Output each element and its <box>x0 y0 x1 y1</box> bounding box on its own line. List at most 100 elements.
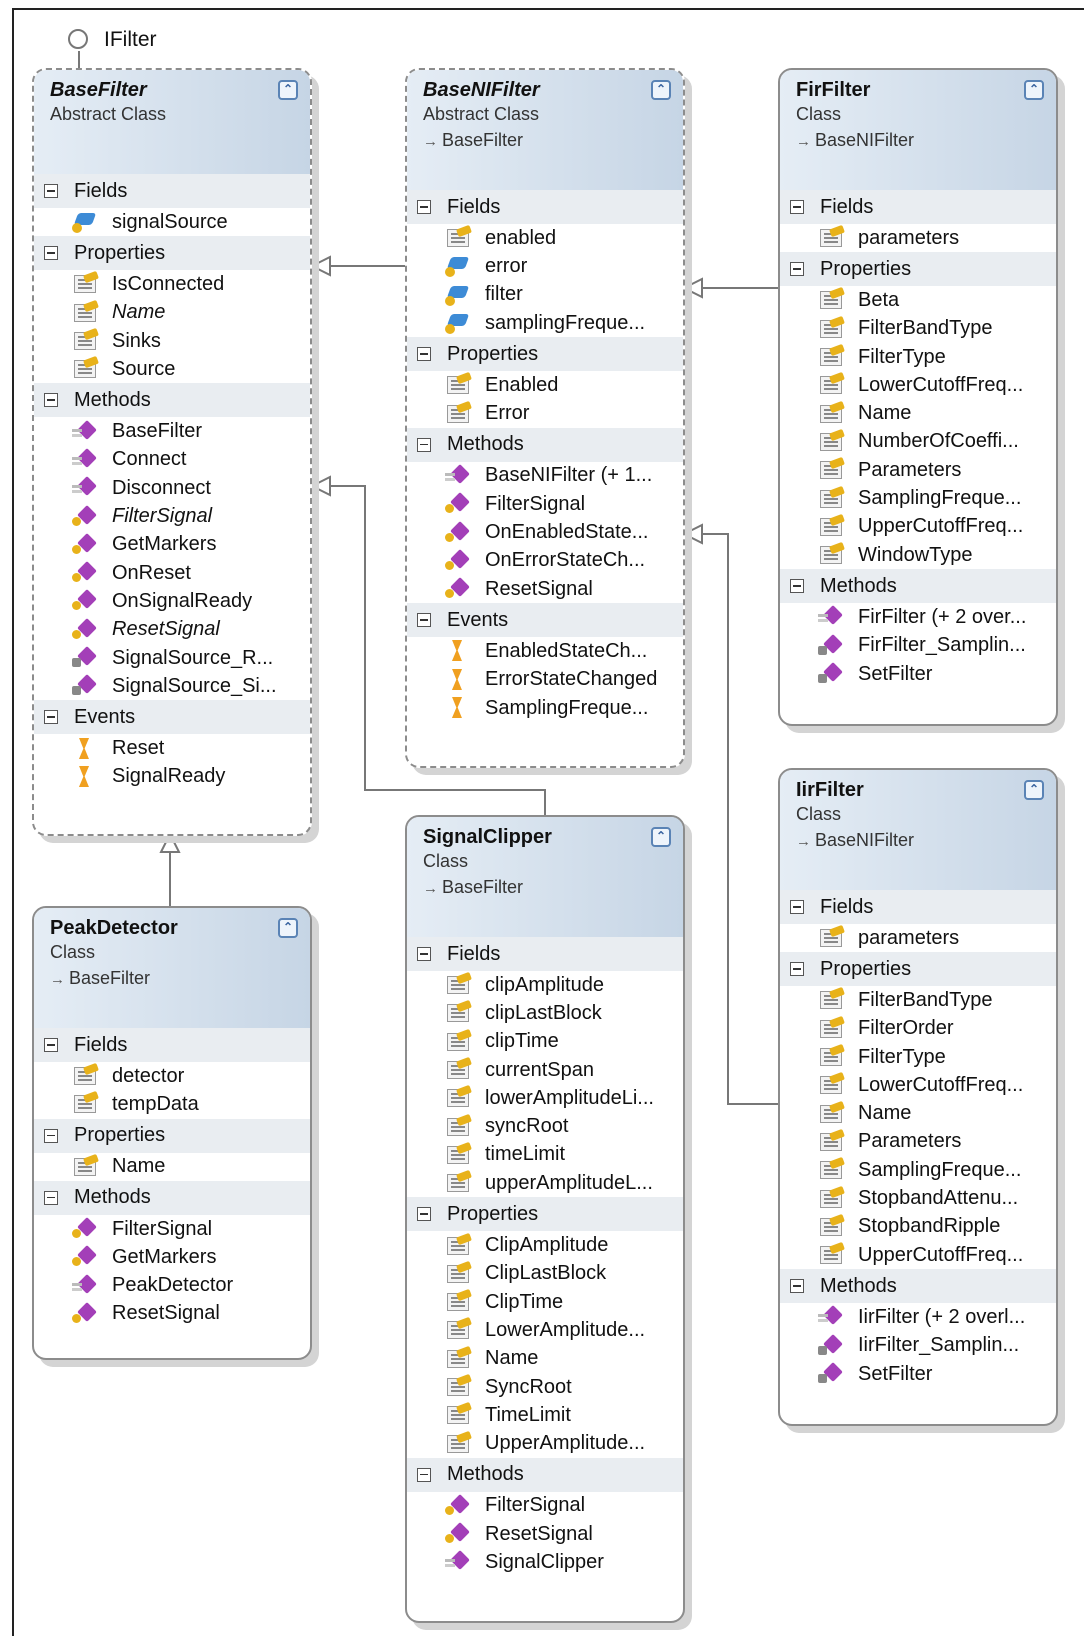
member-row[interactable]: StopbandAttenu... <box>780 1184 1056 1212</box>
collapse-toggle-icon[interactable] <box>44 1190 58 1205</box>
member-row[interactable]: SetFilter <box>780 1360 1056 1388</box>
member-row[interactable]: upperAmplitudeL... <box>407 1169 683 1197</box>
member-row[interactable]: PeakDetector <box>34 1271 310 1299</box>
section-methods[interactable]: Methods <box>34 383 310 418</box>
member-row[interactable]: Parameters <box>780 1128 1056 1156</box>
section-fields[interactable]: Fields <box>780 890 1056 924</box>
member-row[interactable]: ResetSignal <box>407 1520 683 1548</box>
member-row[interactable]: IsConnected <box>34 270 310 298</box>
member-row[interactable]: GetMarkers <box>34 1243 310 1271</box>
section-methods[interactable]: Methods <box>34 1180 310 1215</box>
collapse-toggle-icon[interactable] <box>790 200 804 214</box>
member-row[interactable]: GetMarkers <box>34 531 310 559</box>
member-row[interactable]: SignalSource_Si... <box>34 672 310 700</box>
collapse-toggle-icon[interactable] <box>417 613 431 628</box>
member-row[interactable]: FilterBandType <box>780 986 1056 1014</box>
section-fields[interactable]: Fields <box>34 174 310 208</box>
collapse-toggle-icon[interactable] <box>44 184 58 198</box>
member-row[interactable]: currentSpan <box>407 1056 683 1084</box>
section-properties[interactable]: Properties <box>407 337 683 372</box>
member-row[interactable]: SetFilter <box>780 660 1056 688</box>
collapse-chevron-icon[interactable]: ⌃ <box>278 918 298 938</box>
member-row[interactable]: ClipAmplitude <box>407 1231 683 1259</box>
member-row[interactable]: Enabled <box>407 371 683 399</box>
collapse-toggle-icon[interactable] <box>44 710 58 725</box>
collapse-toggle-icon[interactable] <box>44 1038 58 1052</box>
collapse-toggle-icon[interactable] <box>790 579 804 594</box>
member-row[interactable]: LowerCutoffFreq... <box>780 371 1056 399</box>
collapse-toggle-icon[interactable] <box>417 1467 431 1482</box>
member-row[interactable]: clipLastBlock <box>407 999 683 1027</box>
member-row[interactable]: ClipLastBlock <box>407 1260 683 1288</box>
member-row[interactable]: StopbandRipple <box>780 1213 1056 1241</box>
firfilter-class-box[interactable]: FirFilter Class → BaseNIFilter ⌃ Fields parame… <box>778 68 1058 726</box>
member-row[interactable]: detector <box>34 1062 310 1090</box>
member-row[interactable]: UpperAmplitude... <box>407 1429 683 1457</box>
member-row[interactable]: SamplingFreque... <box>780 1156 1056 1184</box>
member-row[interactable]: ErrorStateChanged <box>407 666 683 694</box>
member-row[interactable]: TimeLimit <box>407 1401 683 1429</box>
member-row[interactable]: FirFilter (+ 2 over... <box>780 603 1056 631</box>
member-row[interactable]: Parameters <box>780 456 1056 484</box>
member-row[interactable]: clipAmplitude <box>407 971 683 999</box>
section-methods[interactable]: Methods <box>780 569 1056 604</box>
member-row[interactable]: timeLimit <box>407 1141 683 1169</box>
section-properties[interactable]: Properties <box>780 952 1056 987</box>
member-row[interactable]: Disconnect <box>34 474 310 502</box>
collapse-toggle-icon[interactable] <box>417 947 431 961</box>
member-row[interactable]: NumberOfCoeffi... <box>780 428 1056 456</box>
member-row[interactable]: filter <box>407 281 683 309</box>
collapse-toggle-icon[interactable] <box>44 393 58 408</box>
member-row[interactable]: LowerCutoffFreq... <box>780 1071 1056 1099</box>
member-row[interactable]: BaseFilter <box>34 417 310 445</box>
member-row[interactable]: FirFilter_Samplin... <box>780 632 1056 660</box>
collapse-chevron-icon[interactable]: ⌃ <box>651 827 671 847</box>
member-row[interactable]: Beta <box>780 286 1056 314</box>
ifilter-interface[interactable]: IFilter <box>68 29 278 59</box>
member-row[interactable]: OnReset <box>34 559 310 587</box>
member-row[interactable]: signalSource <box>34 208 310 236</box>
member-row[interactable]: SamplingFreque... <box>407 694 683 722</box>
member-row[interactable]: Name <box>407 1345 683 1373</box>
section-methods[interactable]: Methods <box>407 1457 683 1492</box>
member-row[interactable]: FilterSignal <box>407 1492 683 1520</box>
section-methods[interactable]: Methods <box>407 427 683 462</box>
section-properties[interactable]: Properties <box>34 1118 310 1153</box>
member-row[interactable]: UpperCutoffFreq... <box>780 513 1056 541</box>
member-row[interactable]: SamplingFreque... <box>780 484 1056 512</box>
collapse-toggle-icon[interactable] <box>790 1279 804 1294</box>
collapse-chevron-icon[interactable]: ⌃ <box>1024 780 1044 800</box>
collapse-toggle-icon[interactable] <box>417 437 431 452</box>
section-events[interactable]: Events <box>34 700 310 735</box>
member-row[interactable]: lowerAmplitudeLi... <box>407 1084 683 1112</box>
member-row[interactable]: BaseNIFilter (+ 1... <box>407 462 683 490</box>
member-row[interactable]: OnSignalReady <box>34 587 310 615</box>
peakdetector-class-box[interactable]: PeakDetector Class → BaseFilter ⌃ Fields detec… <box>32 906 312 1360</box>
member-row[interactable]: IirFilter_Samplin... <box>780 1332 1056 1360</box>
collapse-chevron-icon[interactable]: ⌃ <box>1024 80 1044 100</box>
member-row[interactable]: parameters <box>780 924 1056 952</box>
member-row[interactable]: ResetSignal <box>407 575 683 603</box>
member-row[interactable]: Name <box>780 399 1056 427</box>
member-row[interactable]: ClipTime <box>407 1288 683 1316</box>
basefilter-class-box[interactable]: BaseFilter Abstract Class ⌃ Fields signalSou… <box>32 68 312 836</box>
member-row[interactable]: FilterType <box>780 343 1056 371</box>
member-row[interactable]: Sinks <box>34 327 310 355</box>
collapse-chevron-icon[interactable]: ⌃ <box>278 80 298 100</box>
iirfilter-class-box[interactable]: IirFilter Class → BaseNIFilter ⌃ Fields parame… <box>778 768 1058 1426</box>
signalclipper-class-box[interactable]: SignalClipper Class → BaseFilter ⌃ Fields clip… <box>405 815 685 1623</box>
collapse-toggle-icon[interactable] <box>790 262 804 277</box>
section-fields[interactable]: Fields <box>780 190 1056 224</box>
member-row[interactable]: Reset <box>34 734 310 762</box>
member-row[interactable]: Name <box>780 1099 1056 1127</box>
collapse-toggle-icon[interactable] <box>417 347 431 362</box>
member-row[interactable]: Name <box>34 1153 310 1181</box>
member-row[interactable]: OnErrorStateCh... <box>407 547 683 575</box>
section-properties[interactable]: Properties <box>34 236 310 271</box>
section-properties[interactable]: Properties <box>407 1197 683 1232</box>
member-row[interactable]: WindowType <box>780 541 1056 569</box>
member-row[interactable]: OnEnabledState... <box>407 518 683 546</box>
member-row[interactable]: EnabledStateCh... <box>407 637 683 665</box>
member-row[interactable]: Error <box>407 399 683 427</box>
member-row[interactable]: SignalSource_R... <box>34 644 310 672</box>
